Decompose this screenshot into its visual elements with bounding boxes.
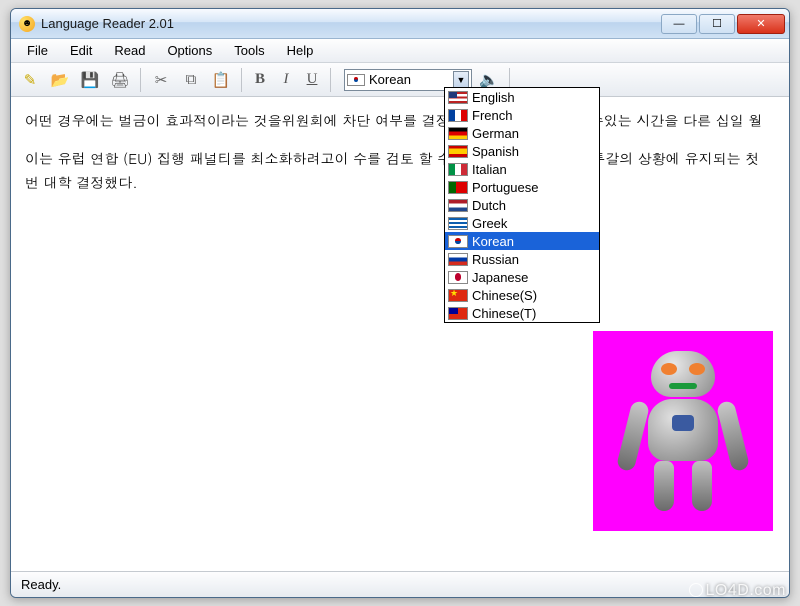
ru-flag-icon <box>448 253 468 266</box>
open-button[interactable]: 📂 <box>47 67 73 93</box>
save-button[interactable]: 💾 <box>77 67 103 93</box>
language-option-french[interactable]: French <box>445 106 599 124</box>
italic-button[interactable]: I <box>275 67 297 93</box>
language-option-label: Chinese(T) <box>472 306 536 321</box>
language-option-korean[interactable]: Korean <box>445 232 599 250</box>
language-option-portuguese[interactable]: Portuguese <box>445 178 599 196</box>
copy-button[interactable]: ⧉ <box>178 67 204 93</box>
language-option-label: Spanish <box>472 144 519 159</box>
language-option-label: Portuguese <box>472 180 539 195</box>
separator <box>330 68 331 92</box>
agent-character[interactable] <box>593 331 773 531</box>
close-button[interactable]: ✕ <box>737 14 785 34</box>
window-controls: — ☐ ✕ <box>661 14 785 34</box>
language-option-label: Dutch <box>472 198 506 213</box>
language-option-label: Greek <box>472 216 507 231</box>
toolbar: ✎ 📂 💾 🖨 ✂ ⧉ 📋 B I U Korean ▼ 🔈 <box>11 63 789 97</box>
language-option-label: German <box>472 126 519 141</box>
titlebar: ☻ Language Reader 2.01 — ☐ ✕ <box>11 9 789 39</box>
document-area[interactable]: 어떤 경우에는 벌금이 효과적이라는 것을위원회에 차단 여부를 결정하는 이사… <box>11 97 789 571</box>
language-option-chineses[interactable]: Chinese(S) <box>445 286 599 304</box>
paragraph[interactable]: 어떤 경우에는 벌금이 효과적이라는 것을위원회에 차단 여부를 결정하는 이사… <box>25 109 775 133</box>
fr-flag-icon <box>448 109 468 122</box>
maximize-button[interactable]: ☐ <box>699 14 735 34</box>
jp-flag-icon <box>448 271 468 284</box>
separator <box>241 68 242 92</box>
nl-flag-icon <box>448 199 468 212</box>
language-option-german[interactable]: German <box>445 124 599 142</box>
language-option-dutch[interactable]: Dutch <box>445 196 599 214</box>
robot-icon <box>628 351 738 511</box>
language-option-label: English <box>472 90 515 105</box>
language-option-japanese[interactable]: Japanese <box>445 268 599 286</box>
it-flag-icon <box>448 163 468 176</box>
menu-read[interactable]: Read <box>104 41 155 60</box>
menu-help[interactable]: Help <box>277 41 324 60</box>
menu-tools[interactable]: Tools <box>224 41 274 60</box>
language-option-label: Korean <box>472 234 514 249</box>
minimize-button[interactable]: — <box>661 14 697 34</box>
language-option-chineset[interactable]: Chinese(T) <box>445 304 599 322</box>
dropdown-arrow-icon[interactable]: ▼ <box>453 71 469 89</box>
language-option-label: Japanese <box>472 270 528 285</box>
language-option-spanish[interactable]: Spanish <box>445 142 599 160</box>
paragraph[interactable]: 이는 유럽 연합 (EU) 집행 패널티를 최소화하려고이 수를 검토 할 수 … <box>25 147 775 195</box>
globe-icon <box>689 583 703 597</box>
app-window: ☻ Language Reader 2.01 — ☐ ✕ File Edit R… <box>10 8 790 598</box>
menu-edit[interactable]: Edit <box>60 41 102 60</box>
korea-flag-icon <box>347 74 365 86</box>
print-button[interactable]: 🖨 <box>107 67 133 93</box>
es-flag-icon <box>448 145 468 158</box>
language-option-russian[interactable]: Russian <box>445 250 599 268</box>
status-text: Ready. <box>21 577 61 592</box>
kr-flag-icon <box>448 235 468 248</box>
language-option-italian[interactable]: Italian <box>445 160 599 178</box>
window-title: Language Reader 2.01 <box>41 16 174 31</box>
new-button[interactable]: ✎ <box>17 67 43 93</box>
separator <box>140 68 141 92</box>
underline-button[interactable]: U <box>301 67 323 93</box>
bold-button[interactable]: B <box>249 67 271 93</box>
language-dropdown[interactable]: English French German Spanish Italian Portugu… <box>444 87 600 323</box>
language-option-greek[interactable]: Greek <box>445 214 599 232</box>
language-selected-label: Korean <box>369 72 453 87</box>
de-flag-icon <box>448 127 468 140</box>
language-option-label: French <box>472 108 512 123</box>
watermark: LO4D.com <box>689 582 786 600</box>
menubar: File Edit Read Options Tools Help <box>11 39 789 63</box>
paste-button[interactable]: 📋 <box>208 67 234 93</box>
cut-button[interactable]: ✂ <box>148 67 174 93</box>
gr-flag-icon <box>448 217 468 230</box>
us-flag-icon <box>448 91 468 104</box>
language-option-label: Chinese(S) <box>472 288 537 303</box>
language-option-english[interactable]: English <box>445 88 599 106</box>
language-option-label: Russian <box>472 252 519 267</box>
tw-flag-icon <box>448 307 468 320</box>
menu-options[interactable]: Options <box>157 41 222 60</box>
menu-file[interactable]: File <box>17 41 58 60</box>
cn-flag-icon <box>448 289 468 302</box>
statusbar: Ready. <box>11 571 789 597</box>
app-icon: ☻ <box>19 16 35 32</box>
language-option-label: Italian <box>472 162 507 177</box>
pt-flag-icon <box>448 181 468 194</box>
